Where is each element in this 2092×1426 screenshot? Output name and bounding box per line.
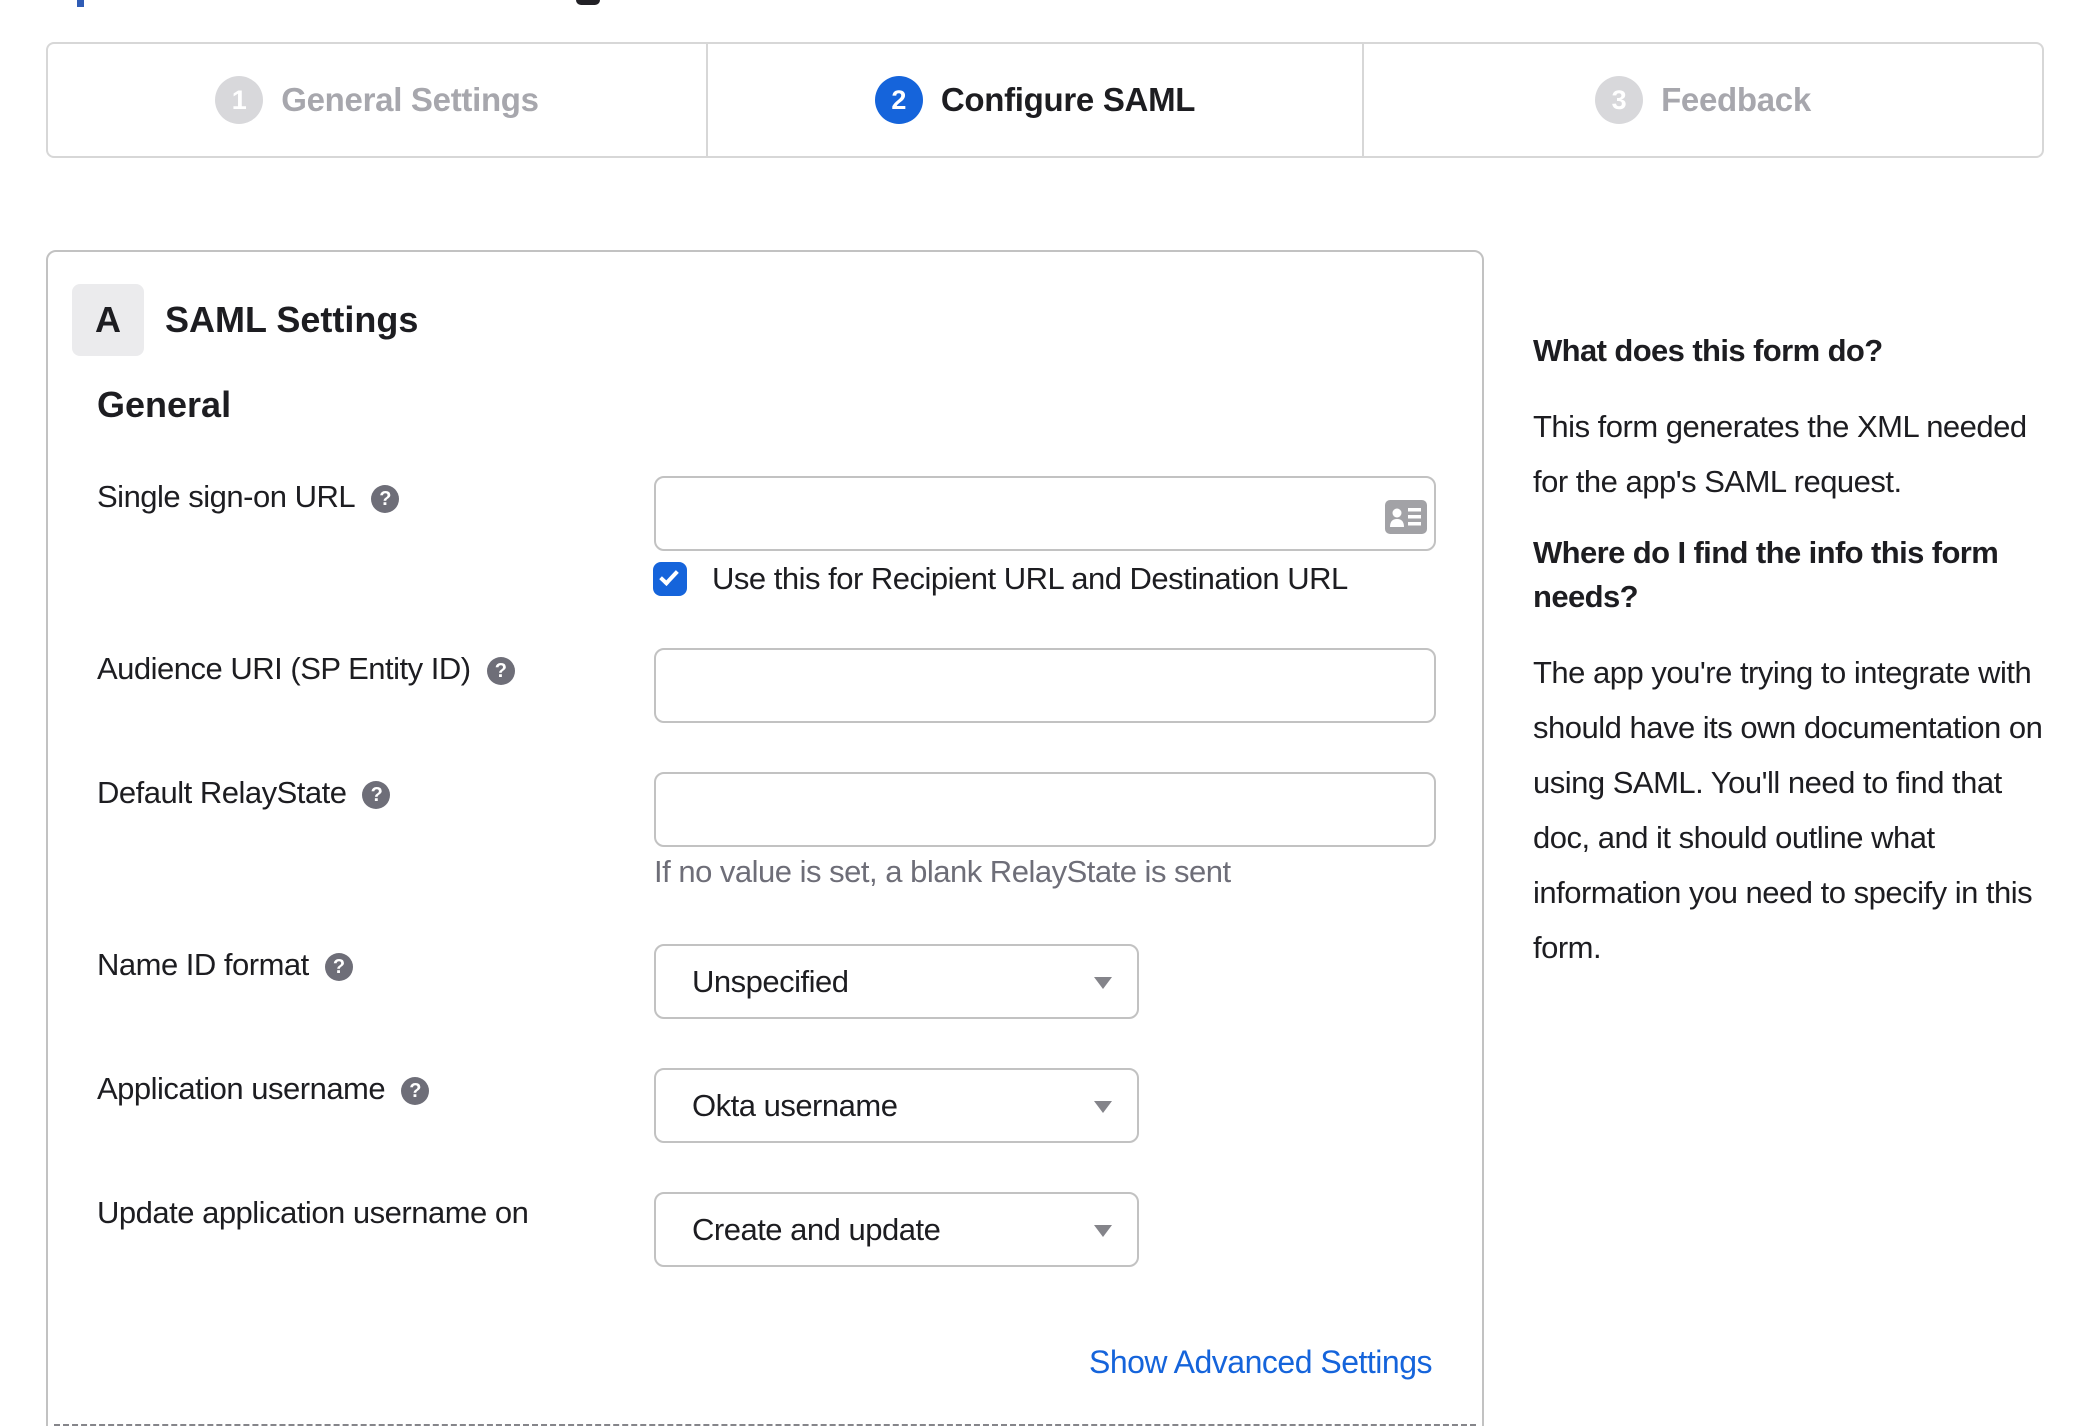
help-icon[interactable]: ?	[486, 657, 515, 685]
recipient-url-checkbox-label: Use this for Recipient URL and Destinati…	[712, 561, 1348, 596]
recipient-url-checkbox-row: Use this for Recipient URL and Destinati…	[653, 561, 1348, 597]
help-sidebar: What does this form do? This form genera…	[1533, 329, 2092, 997]
sidebar-heading-2: Where do I find the info this form needs…	[1533, 535, 1999, 614]
name-id-format-label-text: Name ID format	[97, 947, 309, 982]
help-icon[interactable]: ?	[362, 781, 391, 809]
chevron-down-icon	[1094, 1101, 1112, 1113]
show-advanced-settings-link[interactable]: Show Advanced Settings	[1089, 1344, 1433, 1381]
single-sign-on-url-label-text: Single sign-on URL	[97, 479, 356, 514]
single-sign-on-url-field-wrap	[654, 476, 1436, 551]
application-username-field-wrap: Okta username	[654, 1068, 1139, 1143]
audience-uri-field-wrap	[654, 648, 1436, 723]
application-username-select[interactable]: Okta username	[654, 1068, 1139, 1143]
audience-uri-label: Audience URI (SP Entity ID)?	[97, 648, 515, 690]
name-id-format-select[interactable]: Unspecified	[654, 944, 1139, 1019]
group-heading-general: General	[97, 384, 232, 425]
audience-uri-input[interactable]	[654, 648, 1436, 723]
chevron-down-icon	[1094, 977, 1112, 989]
configure-saml-page: 1 General Settings 2 Configure SAML 3 Fe…	[0, 0, 2092, 1426]
panel-title: SAML Settings	[165, 299, 419, 340]
default-relaystate-field-wrap	[654, 772, 1436, 847]
step-3-number: 3	[1595, 76, 1644, 124]
clipped-header-fragment-blue	[77, 0, 84, 7]
step-1-number: 1	[215, 76, 264, 124]
chevron-down-icon	[1094, 1225, 1112, 1237]
update-app-username-field-wrap: Create and update	[654, 1192, 1139, 1267]
sidebar-heading-1: What does this form do?	[1533, 333, 1883, 368]
update-app-username-value: Create and update	[692, 1212, 941, 1247]
help-icon[interactable]: ?	[371, 485, 400, 513]
step-3-label: Feedback	[1661, 81, 1811, 118]
clipped-header-fragment-black	[576, 0, 600, 5]
step-2-number: 2	[874, 76, 923, 124]
contact-card-icon	[1385, 500, 1427, 534]
update-app-username-select[interactable]: Create and update	[654, 1192, 1139, 1267]
wizard-stepper: 1 General Settings 2 Configure SAML 3 Fe…	[46, 42, 2044, 158]
default-relaystate-label-text: Default RelayState	[97, 775, 347, 810]
saml-settings-panel: A SAML Settings General Single sign-on U…	[46, 250, 1484, 1426]
audience-uri-label-text: Audience URI (SP Entity ID)	[97, 651, 471, 686]
application-username-label: Application username?	[97, 1068, 430, 1110]
name-id-format-value: Unspecified	[692, 964, 849, 999]
recipient-url-checkbox[interactable]	[653, 562, 687, 596]
sidebar-paragraph-2: The app you're trying to integrate with …	[1533, 655, 2043, 965]
help-icon[interactable]: ?	[324, 953, 353, 981]
single-sign-on-url-input[interactable]	[654, 476, 1436, 551]
application-username-label-text: Application username	[97, 1071, 386, 1106]
name-id-format-field-wrap: Unspecified	[654, 944, 1139, 1019]
update-app-username-label: Update application username on	[97, 1192, 529, 1234]
section-badge: A	[72, 284, 144, 356]
sidebar-paragraph-1: This form generates the XML needed for t…	[1533, 409, 2027, 499]
default-relaystate-input[interactable]	[654, 772, 1436, 847]
step-general-settings[interactable]: 1 General Settings	[48, 44, 706, 156]
step-2-label: Configure SAML	[940, 81, 1196, 118]
checkmark-icon	[659, 566, 679, 586]
application-username-value: Okta username	[692, 1088, 898, 1123]
step-configure-saml[interactable]: 2 Configure SAML	[706, 44, 1364, 156]
update-app-username-label-text: Update application username on	[97, 1195, 529, 1230]
single-sign-on-url-label: Single sign-on URL?	[97, 476, 400, 518]
help-icon[interactable]: ?	[401, 1077, 430, 1105]
name-id-format-label: Name ID format?	[97, 944, 353, 986]
relaystate-hint: If no value is set, a blank RelayState i…	[654, 854, 1231, 889]
step-feedback[interactable]: 3 Feedback	[1364, 44, 2042, 156]
step-1-label: General Settings	[281, 81, 539, 118]
default-relaystate-label: Default RelayState?	[97, 772, 391, 814]
